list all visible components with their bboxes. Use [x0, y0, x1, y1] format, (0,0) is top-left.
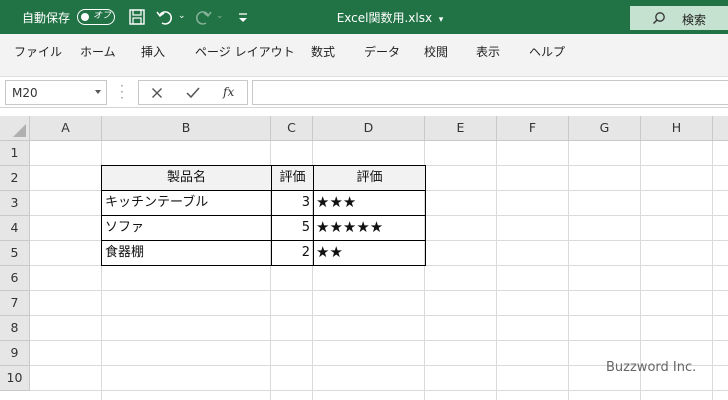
column-header-b[interactable]: B: [102, 116, 271, 141]
row-header-9[interactable]: 9: [0, 341, 30, 366]
gridline: [712, 141, 713, 400]
select-all-icon: [13, 124, 26, 137]
tab-insert[interactable]: 挿入: [141, 43, 165, 60]
gridline: [30, 340, 728, 341]
tab-help[interactable]: ヘルプ: [529, 43, 565, 60]
cell-b5[interactable]: 食器棚: [101, 240, 272, 266]
tab-page-layout[interactable]: ページ レイアウト: [195, 43, 295, 60]
column-header-e[interactable]: E: [425, 116, 497, 141]
row-header-6[interactable]: 6: [0, 266, 30, 291]
tab-file[interactable]: ファイル: [14, 43, 62, 60]
cell-d3[interactable]: ★★★: [313, 190, 426, 216]
title-dropdown-icon: ▾: [435, 15, 444, 25]
row-header-10[interactable]: 10: [0, 366, 30, 391]
cancel-icon[interactable]: [151, 87, 163, 99]
column-header-h[interactable]: H: [641, 116, 713, 141]
gridline: [568, 141, 569, 400]
cell-c3[interactable]: 3: [271, 190, 314, 216]
column-header-g[interactable]: G: [569, 116, 641, 141]
row-header-4[interactable]: 4: [0, 216, 30, 241]
ribbon-divider: [0, 68, 728, 76]
document-title-text: Excel関数用.xlsx: [336, 11, 433, 25]
cell-d5[interactable]: ★★: [313, 240, 426, 266]
formula-input[interactable]: [252, 80, 728, 105]
formula-bar: M20 · · · fx: [0, 76, 728, 108]
column-header-f[interactable]: F: [497, 116, 569, 141]
column-header-d[interactable]: D: [313, 116, 425, 141]
tab-data[interactable]: データ: [364, 43, 400, 60]
watermark: Buzzword Inc.: [606, 360, 697, 375]
row-header-5[interactable]: 5: [0, 241, 30, 266]
cell-b2[interactable]: 製品名: [101, 165, 272, 191]
row-header-3[interactable]: 3: [0, 191, 30, 216]
gridline: [496, 141, 497, 400]
worksheet-grid: A B C D E F G H 1 2 3 4 5 6 7 8 9 10 製品名…: [0, 116, 728, 400]
gridline: [30, 315, 728, 316]
cell-c5[interactable]: 2: [271, 240, 314, 266]
cell-c4[interactable]: 5: [271, 215, 314, 241]
select-all-corner[interactable]: [0, 116, 30, 141]
cell-b4[interactable]: ソファ: [101, 215, 272, 241]
ribbon-tabs: ファイル ホーム 挿入 ページ レイアウト 数式 データ 校閲 表示 ヘルプ: [0, 34, 728, 68]
search-box[interactable]: 検索: [630, 6, 728, 30]
cell-b3[interactable]: キッチンテーブル: [101, 190, 272, 216]
enter-icon[interactable]: [186, 87, 200, 99]
tab-home[interactable]: ホーム: [80, 43, 116, 60]
name-box-dropdown-icon[interactable]: [95, 90, 101, 94]
column-header-c[interactable]: C: [271, 116, 313, 141]
gridline: [30, 290, 728, 291]
cell-d4[interactable]: ★★★★★: [313, 215, 426, 241]
row-header-7[interactable]: 7: [0, 291, 30, 316]
document-title[interactable]: Excel関数用.xlsx ▾: [0, 9, 728, 26]
column-header-partial[interactable]: [713, 116, 728, 141]
cell-d2[interactable]: 評価: [313, 165, 426, 191]
row-header-8[interactable]: 8: [0, 316, 30, 341]
column-header-a[interactable]: A: [30, 116, 102, 141]
tab-formulas[interactable]: 数式: [311, 43, 335, 60]
row-header-1[interactable]: 1: [0, 141, 30, 166]
name-box[interactable]: M20: [5, 80, 107, 105]
tab-view[interactable]: 表示: [476, 43, 500, 60]
search-label: 検索: [682, 13, 707, 27]
gridline: [30, 390, 728, 391]
row-header-2[interactable]: 2: [0, 166, 30, 191]
formula-bar-grip-icon[interactable]: · · ·: [120, 80, 124, 104]
search-icon: [653, 12, 665, 24]
tab-review[interactable]: 校閲: [424, 43, 448, 60]
cell-c2[interactable]: 評価: [271, 165, 314, 191]
formula-buttons: fx: [138, 80, 248, 105]
title-bar: 自動保存 オフ ⌄ ⌄ Excel関数用.xlsx ▾ 検索: [0, 0, 728, 34]
insert-function-icon[interactable]: fx: [223, 85, 234, 99]
name-box-value: M20: [12, 86, 38, 100]
